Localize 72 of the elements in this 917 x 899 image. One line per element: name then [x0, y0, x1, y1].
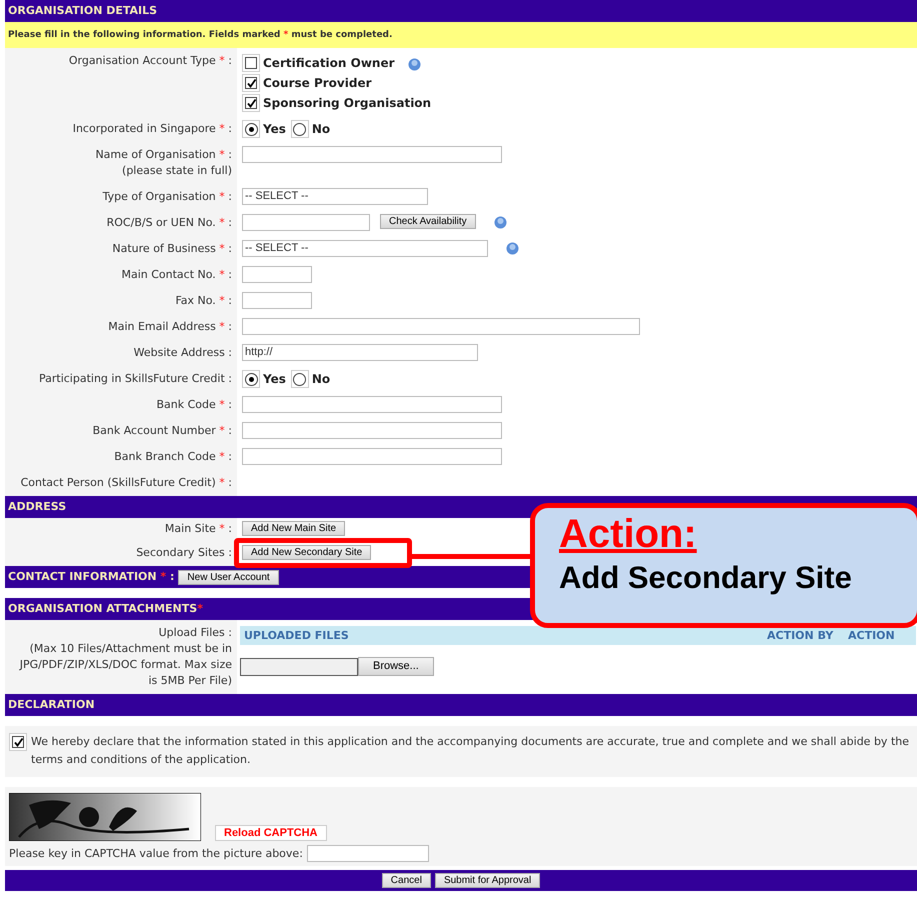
radio-button[interactable]	[290, 370, 309, 388]
column-header: UPLOADED FILES	[244, 629, 350, 642]
field-note: (please state in full)	[122, 163, 232, 179]
column-header: ACTION BY	[767, 629, 834, 642]
notice-text: Please fill in the following information. Fields marked * must be completed.	[5, 22, 917, 48]
input-field[interactable]	[242, 396, 502, 413]
radio-label: No	[312, 122, 330, 136]
field-label: Upload Files :	[158, 625, 232, 641]
check-availability-button[interactable]: Check Availability	[380, 214, 476, 229]
field-label: Secondary Sites :	[136, 545, 232, 561]
help-icon[interactable]	[408, 58, 421, 70]
field-label: Fax No. * :	[175, 293, 232, 309]
radio-button[interactable]	[290, 120, 309, 138]
field-label: Website Address :	[134, 345, 232, 361]
field-label: Organisation Account Type * :	[68, 53, 232, 69]
input-field[interactable]	[242, 214, 370, 231]
input-field[interactable]	[242, 292, 312, 309]
field-label: ROC/B/S or UEN No. * :	[106, 215, 232, 231]
checkbox[interactable]	[9, 733, 27, 751]
checkmark-icon	[246, 98, 256, 108]
field-label: Incorporated in Singapore * :	[72, 121, 232, 137]
checkbox[interactable]	[242, 54, 260, 72]
declaration-text: We hereby declare that the information stated in this application and the accompanying documents are accurate, true and complete and we shall abide by the terms and conditions of the application.	[31, 734, 910, 768]
checkbox-label: Course Provider	[263, 76, 372, 90]
section-title: CONTACT INFORMATION * :	[8, 570, 174, 584]
checkbox[interactable]	[242, 94, 260, 112]
callout-text: Add Secondary Site	[559, 559, 853, 597]
field-label: Main Site * :	[164, 521, 232, 537]
form-action-button[interactable]: Submit for Approval	[434, 873, 540, 888]
checkmark-icon	[246, 78, 256, 88]
radio-label: Yes	[263, 372, 286, 386]
field-label: Name of Organisation * :	[95, 147, 232, 163]
file-field[interactable]	[240, 658, 358, 676]
radio-label: Yes	[263, 122, 286, 136]
field-label: Nature of Business * :	[112, 241, 232, 257]
radio-label: No	[312, 372, 330, 386]
field-label: Main Contact No. * :	[121, 267, 232, 283]
field-label: Bank Code * :	[156, 397, 232, 413]
field-label: Main Email Address * :	[108, 319, 232, 335]
field-label: Bank Branch Code * :	[114, 449, 232, 465]
field-label: Type of Organisation * :	[102, 189, 232, 205]
field-note: (Max 10 Files/Attachment must be in JPG/PDF/ZIP/XLS/DOC format. Max size is 5MB Per File)	[18, 641, 232, 689]
new-user-account-button[interactable]: New User Account	[178, 570, 279, 584]
input-field[interactable]	[242, 448, 502, 465]
checkmark-icon	[12, 736, 24, 748]
add-site-button[interactable]: Add New Secondary Site	[242, 545, 372, 560]
select-field[interactable]: -- SELECT --	[242, 240, 488, 257]
browse-button[interactable]: Browse...	[358, 657, 434, 676]
input-field[interactable]	[242, 146, 502, 163]
input-field[interactable]	[242, 422, 502, 439]
section-header: ORGANISATION DETAILS	[5, 0, 917, 22]
select-field[interactable]: -- SELECT --	[242, 188, 428, 205]
section-header: DECLARATION	[5, 694, 917, 716]
captcha-input-field[interactable]	[306, 845, 429, 862]
field-label: Contact Person (SkillsFuture Credit) * :	[20, 475, 232, 491]
checkbox[interactable]	[242, 74, 260, 92]
input-field[interactable]	[242, 266, 312, 283]
input-field[interactable]	[242, 318, 640, 335]
radio-button[interactable]	[242, 370, 260, 388]
checkbox-label: Certification Owner	[263, 56, 395, 70]
form-action-button[interactable]: Cancel	[382, 873, 431, 888]
captcha-prompt: Please key in CAPTCHA value from the picture above:	[9, 847, 303, 860]
input-field[interactable]: http://	[242, 344, 478, 361]
checkbox-label: Sponsoring Organisation	[263, 96, 432, 110]
radio-button[interactable]	[242, 120, 260, 138]
field-label: Bank Account Number * :	[92, 423, 232, 439]
add-site-button[interactable]: Add New Main Site	[242, 521, 346, 536]
help-icon[interactable]	[494, 216, 507, 229]
field-label: Participating in SkillsFuture Credit :	[38, 371, 232, 387]
help-icon[interactable]	[506, 242, 519, 255]
reload-captcha-button[interactable]: Reload CAPTCHA	[215, 825, 327, 841]
column-header: ACTION	[848, 629, 896, 642]
